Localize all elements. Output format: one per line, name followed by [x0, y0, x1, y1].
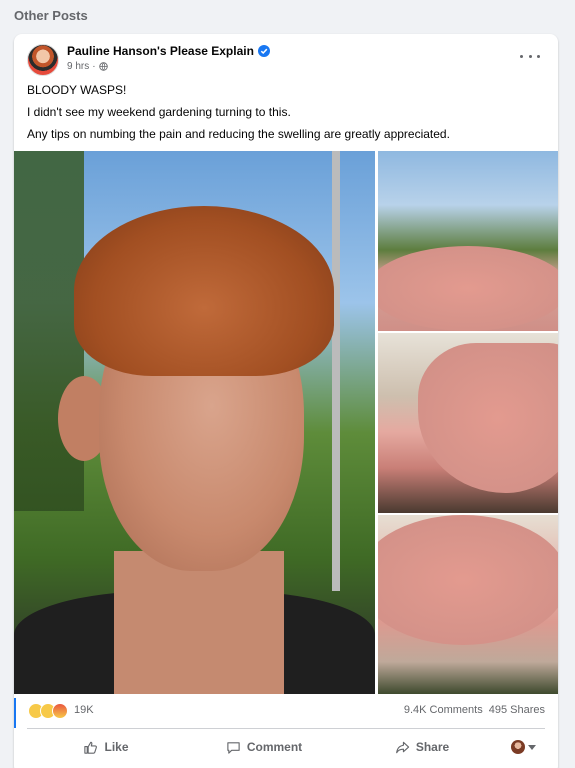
engagement-counts: 9.4K Comments 495 Shares [404, 704, 545, 716]
share-label: Share [415, 740, 450, 754]
post-card: Pauline Hanson's Please Explain 9 hrs · … [14, 34, 558, 768]
react-as-selector[interactable] [501, 732, 545, 762]
divider [27, 728, 545, 729]
post-actions: Like Comment Share [27, 732, 545, 762]
comment-icon [227, 741, 240, 754]
share-icon [395, 741, 409, 753]
comments-count[interactable]: 9.4K Comments [404, 704, 483, 716]
avatar [510, 740, 525, 754]
post-author[interactable]: Pauline Hanson's Please Explain [67, 44, 270, 58]
shares-count[interactable]: 495 Shares [489, 704, 545, 716]
meta-separator: · [92, 61, 96, 72]
accent-bar [14, 698, 16, 728]
post-time[interactable]: 9 hrs [67, 61, 89, 72]
post-line: I didn't see my weekend gardening turnin… [27, 105, 291, 119]
post-text: BLOODY WASPS! I didn't see my weekend ga… [27, 83, 544, 149]
like-icon [84, 741, 98, 754]
arm-photo-2[interactable] [378, 333, 558, 513]
comment-label: Comment [246, 740, 303, 754]
main-photo[interactable] [14, 151, 375, 694]
arm-photo-3[interactable] [378, 515, 558, 694]
verified-badge-icon [257, 45, 270, 57]
author-name[interactable]: Pauline Hanson's Please Explain [67, 44, 254, 58]
globe-icon [98, 62, 108, 71]
reactions-count[interactable]: 19K [74, 704, 94, 716]
like-label: Like [104, 740, 129, 754]
chevron-down-icon [527, 744, 536, 750]
post-meta: 9 hrs · [67, 61, 108, 72]
section-title: Other Posts [14, 8, 88, 23]
angry-reaction-icon [52, 703, 68, 719]
share-button[interactable]: Share [343, 732, 501, 762]
reactions-bar: 19K 9.4K Comments 495 Shares [14, 698, 558, 728]
arm-photo-1[interactable] [378, 151, 558, 331]
more-options-icon[interactable] [520, 48, 540, 64]
post-line: BLOODY WASPS! [27, 83, 127, 97]
reaction-emojis[interactable] [28, 703, 68, 719]
photo-gallery [14, 151, 558, 694]
comment-button[interactable]: Comment [185, 732, 343, 762]
like-button[interactable]: Like [27, 732, 185, 762]
post-line: Any tips on numbing the pain and reducin… [27, 127, 450, 141]
page-avatar[interactable] [27, 44, 59, 76]
